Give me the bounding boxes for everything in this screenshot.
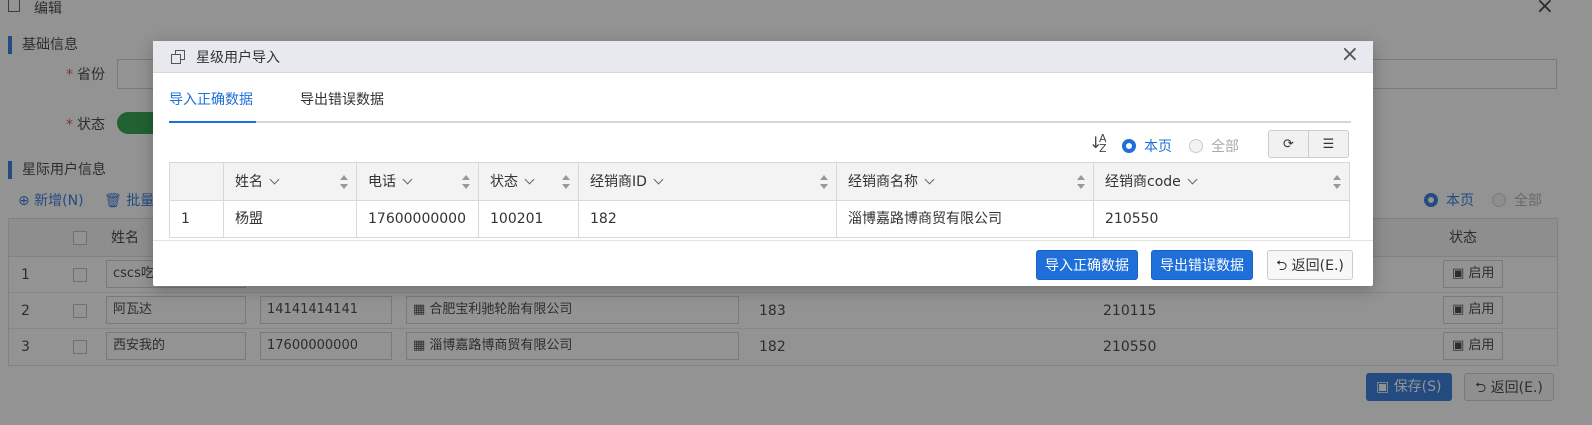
window-restore-icon <box>171 50 185 64</box>
dialog-footer: 导入正确数据 导出错误数据 ⮌ 返回(E.) <box>153 240 1373 286</box>
import-correct-button[interactable]: 导入正确数据 <box>1036 250 1138 280</box>
col-dealer-id[interactable]: 经销商ID <box>579 163 837 200</box>
grid-toolbar: ↓ A Z 本页 全部 ⟳ ☰ <box>153 130 1373 160</box>
refresh-icon[interactable]: ⟳ <box>1269 131 1308 157</box>
cell-phone: 17600000000 <box>357 201 479 237</box>
table-header: 姓名 电话 状态 经销商ID 经销商名称 经销商code <box>170 163 1349 201</box>
table-row[interactable]: 1 杨盟 17600000000 100201 182 淄博嘉路博商贸有限公司 … <box>170 201 1349 237</box>
close-icon[interactable]: × <box>1341 43 1359 67</box>
import-dialog: 星级用户导入 × 导入正确数据 导出错误数据 ↓ A Z 本页 全部 ⟳ ☰ 姓… <box>153 41 1373 286</box>
radio-dot-icon <box>1122 139 1136 153</box>
col-name[interactable]: 姓名 <box>224 163 357 200</box>
cell-status: 100201 <box>479 201 579 237</box>
dialog-title: 星级用户导入 <box>196 50 280 66</box>
col-status[interactable]: 状态 <box>479 163 579 200</box>
column-settings-icon[interactable]: ☰ <box>1308 131 1348 157</box>
chevron-down-icon <box>653 174 664 185</box>
radio-all[interactable]: 全部 <box>1189 136 1239 156</box>
import-data-table: 姓名 电话 状态 经销商ID 经销商名称 经销商code 1 杨盟 176000… <box>169 162 1350 238</box>
chevron-down-icon <box>924 174 935 185</box>
col-index <box>170 163 224 200</box>
tab-export-errors[interactable]: 导出错误数据 <box>300 89 384 123</box>
cell-dealer-name: 淄博嘉路博商贸有限公司 <box>837 201 1094 237</box>
grid-tool-buttons: ⟳ ☰ <box>1268 130 1349 158</box>
cell-dealer-code: 210550 <box>1105 211 1159 227</box>
back-button[interactable]: ⮌ 返回(E.) <box>1267 250 1353 280</box>
sort-arrows-icon[interactable] <box>820 175 828 189</box>
chevron-down-icon <box>1187 174 1198 185</box>
col-dealer-code[interactable]: 经销商code <box>1094 163 1349 200</box>
chevron-down-icon <box>402 174 413 185</box>
col-phone[interactable]: 电话 <box>357 163 479 200</box>
export-errors-button[interactable]: 导出错误数据 <box>1151 250 1253 280</box>
chevron-down-icon <box>524 174 535 185</box>
cell-name: 杨盟 <box>224 201 357 237</box>
tab-bar: 导入正确数据 导出错误数据 <box>169 89 1351 123</box>
undo-icon: ⮌ <box>1276 258 1292 274</box>
sort-arrows-icon[interactable] <box>1333 175 1341 189</box>
sort-arrows-icon[interactable] <box>462 175 470 189</box>
radio-dot-icon <box>1189 139 1203 153</box>
dialog-header: 星级用户导入 × <box>153 41 1373 73</box>
sort-arrows-icon[interactable] <box>562 175 570 189</box>
radio-current-page[interactable]: 本页 <box>1122 136 1172 156</box>
tab-import-correct[interactable]: 导入正确数据 <box>169 89 256 123</box>
col-dealer-name[interactable]: 经销商名称 <box>837 163 1094 200</box>
cell-index: 1 <box>170 201 224 237</box>
sort-arrows-icon[interactable] <box>340 175 348 189</box>
sort-arrows-icon[interactable] <box>1077 175 1085 189</box>
chevron-down-icon <box>269 174 280 185</box>
cell-dealer-id: 182 <box>579 201 837 237</box>
